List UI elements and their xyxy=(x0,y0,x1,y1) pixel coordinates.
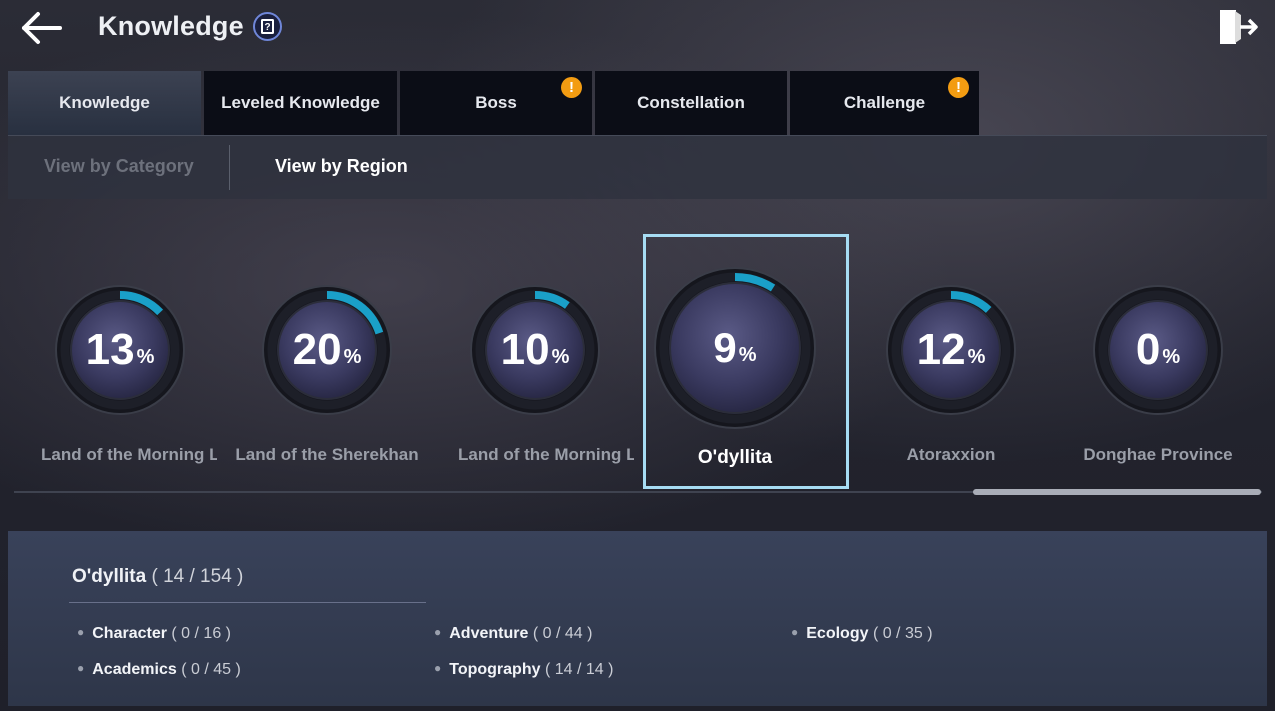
tab-label: Knowledge xyxy=(59,93,150,112)
svg-text:?: ? xyxy=(264,22,270,33)
region-name: Land of the Morning Light xyxy=(41,445,217,464)
tab-knowledge[interactable]: Knowledge xyxy=(8,71,201,135)
view-mode-bar: View by Category View by Region xyxy=(8,136,1267,199)
percent-sign: % xyxy=(1162,345,1181,368)
help-book-icon[interactable]: ? xyxy=(253,12,282,41)
tab-label: Constellation xyxy=(637,93,745,112)
category-item-topography: ● Topography ( 14 / 14 ) xyxy=(434,661,614,678)
tab-label: Leveled Knowledge xyxy=(221,93,380,112)
category-item-adventure: ● Adventure ( 0 / 44 ) xyxy=(434,625,593,642)
region-name: Donghae Province xyxy=(1083,445,1233,464)
progress-percent: 0% xyxy=(1092,284,1224,416)
top-bar: Knowledge ? xyxy=(0,0,1275,58)
percent-value: 0 xyxy=(1135,325,1161,374)
category-item-character: ● Character ( 0 / 16 ) xyxy=(77,625,231,642)
progress-percent: 12% xyxy=(885,284,1017,416)
region-item[interactable]: 13% xyxy=(54,284,186,416)
view-by-category-tab[interactable]: View by Category xyxy=(44,136,194,199)
region-item[interactable]: 10% xyxy=(469,284,601,416)
bullet-dot-icon: ● xyxy=(77,661,85,675)
tab-leveled-knowledge[interactable]: Leveled Knowledge xyxy=(204,71,397,135)
detail-region-count: ( 14 / 154 ) xyxy=(151,566,244,587)
alert-badge-icon: ! xyxy=(948,77,969,98)
region-name: Atoraxxion xyxy=(906,445,996,464)
bullet-dot-icon: ● xyxy=(791,625,799,639)
detail-region-name: O'dyllita xyxy=(72,566,147,587)
tab-challenge[interactable]: Challenge ! xyxy=(790,71,979,135)
tab-label: Boss xyxy=(475,93,517,112)
percent-value: 13 xyxy=(85,325,135,374)
bullet-dot-icon: ● xyxy=(434,661,442,675)
percent-sign: % xyxy=(136,345,155,368)
category-item-ecology: ● Ecology ( 0 / 35 ) xyxy=(791,625,933,642)
view-by-region-tab[interactable]: View by Region xyxy=(275,136,408,199)
region-item[interactable]: 0% xyxy=(1092,284,1224,416)
subtab-divider xyxy=(229,145,230,190)
percent-value: 10 xyxy=(500,325,550,374)
back-arrow-icon[interactable] xyxy=(20,10,64,46)
region-name: Land of the Morning Light xyxy=(458,445,634,464)
region-detail-panel: O'dyllita ( 14 / 154 ) ● Character ( 0 / … xyxy=(8,531,1267,706)
selected-region-frame xyxy=(643,234,849,489)
progress-percent: 13% xyxy=(54,284,186,416)
alert-badge-icon: ! xyxy=(561,77,582,98)
carousel-scrollbar[interactable] xyxy=(973,489,1261,495)
detail-title: O'dyllita ( 14 / 154 ) xyxy=(72,566,243,588)
percent-value: 12 xyxy=(916,325,966,374)
region-name: Land of the Sherekhan xyxy=(235,445,419,464)
region-item[interactable]: 20% xyxy=(261,284,393,416)
bullet-dot-icon: ● xyxy=(434,625,442,639)
tab-label: Challenge xyxy=(843,93,926,112)
tab-constellation[interactable]: Constellation xyxy=(595,71,787,135)
detail-divider xyxy=(69,602,426,603)
bullet-dot-icon: ● xyxy=(77,625,85,639)
progress-percent: 10% xyxy=(469,284,601,416)
percent-sign: % xyxy=(343,345,362,368)
percent-value: 20 xyxy=(292,325,342,374)
category-item-academics: ● Academics ( 0 / 45 ) xyxy=(77,661,241,678)
percent-sign: % xyxy=(967,345,986,368)
progress-percent: 20% xyxy=(261,284,393,416)
percent-sign: % xyxy=(551,345,570,368)
region-item[interactable]: 12% xyxy=(885,284,1017,416)
tab-boss[interactable]: Boss ! xyxy=(400,71,592,135)
page-title: Knowledge xyxy=(98,11,244,41)
exit-door-icon[interactable] xyxy=(1218,9,1258,45)
